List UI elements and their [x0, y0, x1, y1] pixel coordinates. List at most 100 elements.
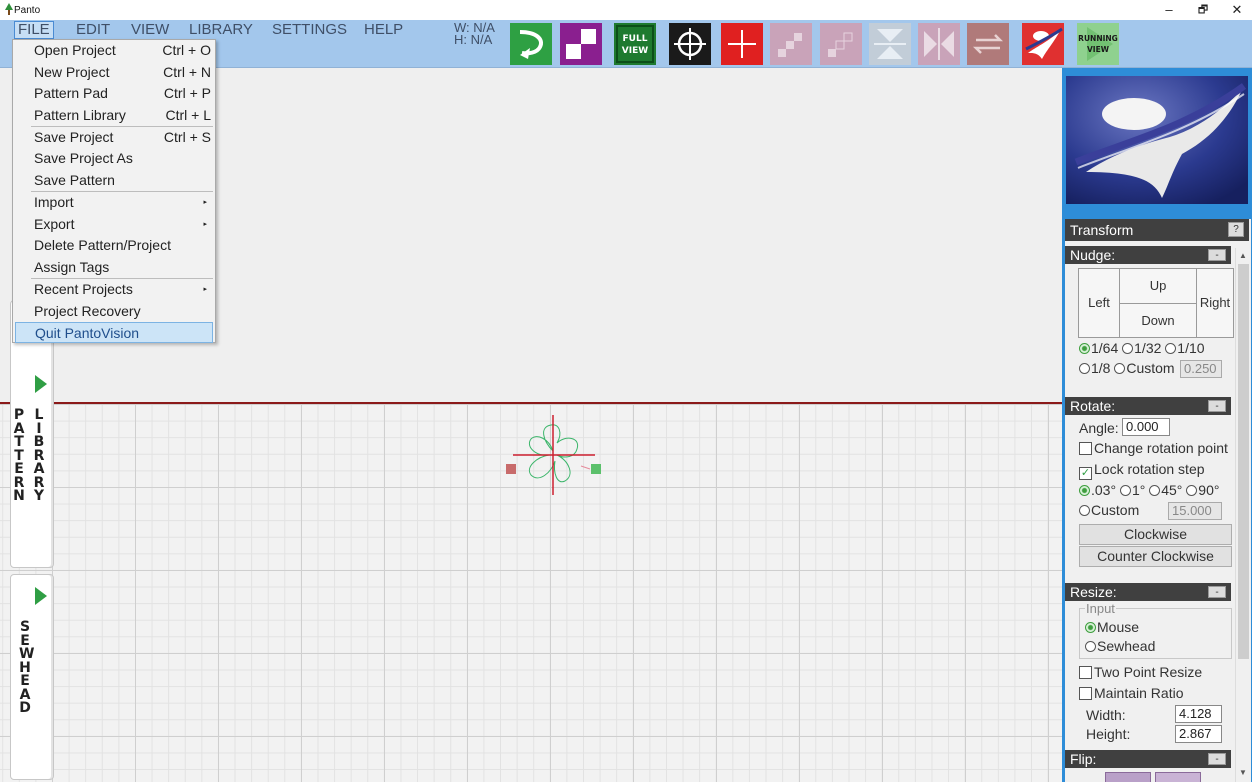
clockwise-button[interactable]: Clockwise: [1079, 524, 1232, 545]
resize-header: Resize: -: [1065, 583, 1231, 601]
width-field[interactable]: 4.128: [1175, 705, 1222, 723]
end-point-marker[interactable]: [591, 464, 601, 474]
close-button[interactable]: ✕: [1222, 2, 1252, 18]
panel-scrollbar[interactable]: ▲ ▼: [1235, 248, 1250, 782]
menu-recent-projects[interactable]: Recent Projects ▸: [15, 279, 213, 300]
rotate-title: Rotate:: [1070, 398, 1116, 414]
horizontal-mirror-icon: [918, 23, 960, 65]
nudge-collapse-button[interactable]: -: [1208, 249, 1226, 261]
menu-library[interactable]: LIBRARY: [186, 21, 256, 39]
menu-save-project[interactable]: Save Project Ctrl + S: [15, 127, 213, 148]
menu-pattern-pad[interactable]: Pattern Pad Ctrl + P: [15, 83, 213, 104]
flower-pattern[interactable]: [495, 413, 615, 503]
panto-app: Panto – 🗗 ✕ FILE EDIT VIEW LIBRARY SETTI…: [0, 0, 1252, 782]
menu-save-project-as[interactable]: Save Project As: [15, 148, 213, 169]
sewhead-tab[interactable]: SEWHEAD: [10, 574, 54, 780]
height-field[interactable]: 2.867: [1175, 725, 1222, 743]
flip-horizontal-button[interactable]: [918, 23, 960, 65]
grid-steps-button[interactable]: [820, 23, 862, 65]
running-view-button[interactable]: RUNNING VIEW: [1077, 23, 1119, 65]
right-panel: Transform ? Nudge: - Left Up Down Right …: [1062, 68, 1252, 782]
center-target-button[interactable]: [669, 23, 711, 65]
swap-button[interactable]: [967, 23, 1009, 65]
change-rotation-point-checkbox[interactable]: [1079, 442, 1092, 455]
nudge-up-button[interactable]: Up: [1119, 268, 1197, 304]
rotate-custom-field[interactable]: 15.000: [1168, 502, 1222, 520]
scroll-thumb[interactable]: [1238, 264, 1249, 659]
undo-button[interactable]: [510, 23, 552, 65]
nudge-custom-field[interactable]: 0.250: [1180, 360, 1222, 378]
transform-title: Transform: [1070, 222, 1134, 238]
maintain-ratio-checkbox[interactable]: [1079, 687, 1092, 700]
resize-input-label: Input: [1085, 601, 1116, 616]
rotate-step-1-radio[interactable]: [1119, 485, 1131, 496]
menu-open-project[interactable]: Open Project Ctrl + O: [15, 40, 213, 61]
nudge-right-button[interactable]: Right: [1196, 268, 1234, 338]
crosshair-target-icon: [669, 23, 711, 65]
rotate-custom-radio[interactable]: [1079, 505, 1090, 516]
pattern-fill-button[interactable]: [560, 23, 602, 65]
scroll-up-icon[interactable]: ▲: [1239, 251, 1247, 260]
nudge-step-1-32-radio[interactable]: [1122, 343, 1134, 354]
menu-pattern-library[interactable]: Pattern Library Ctrl + L: [15, 105, 213, 126]
play-icon: [35, 587, 47, 605]
rotate-step-90-radio[interactable]: [1186, 485, 1198, 496]
menu-quit-pantovision[interactable]: Quit PantoVision: [15, 322, 213, 343]
menu-new-project[interactable]: New Project Ctrl + N: [15, 62, 213, 83]
crosshair-button[interactable]: [721, 23, 763, 65]
nudge-step-1-64-radio[interactable]: [1079, 343, 1090, 354]
resize-mouse-radio[interactable]: [1085, 622, 1096, 633]
panto-logo-button[interactable]: [1022, 23, 1064, 65]
menu-assign-tags[interactable]: Assign Tags: [15, 257, 213, 278]
nudge-down-button[interactable]: Down: [1119, 303, 1197, 338]
nudge-custom-radio[interactable]: [1114, 363, 1126, 374]
resize-sewhead-radio[interactable]: [1085, 641, 1096, 652]
change-rotation-point-row[interactable]: Change rotation point: [1079, 440, 1228, 456]
flip-vertical-button[interactable]: [869, 23, 911, 65]
start-point-marker[interactable]: [506, 464, 516, 474]
help-button[interactable]: ?: [1228, 222, 1244, 237]
full-view-button[interactable]: FULL VIEW: [614, 23, 656, 65]
nudge-step-1-8-radio[interactable]: [1079, 363, 1090, 374]
menu-project-recovery[interactable]: Project Recovery: [15, 301, 213, 322]
lock-rotation-step-row[interactable]: ✓ Lock rotation step: [1079, 461, 1205, 480]
minimize-button[interactable]: –: [1154, 2, 1184, 18]
rotate-collapse-button[interactable]: -: [1208, 400, 1226, 412]
menu-file[interactable]: FILE: [14, 21, 54, 39]
menu-import[interactable]: Import ▸: [15, 192, 213, 213]
rotate-step-45-radio[interactable]: [1149, 485, 1161, 496]
play-icon: [35, 375, 47, 393]
rotate-step-row: .03° 1° 45° 90°: [1079, 482, 1219, 498]
submenu-arrow-icon: ▸: [203, 286, 207, 293]
resize-mouse-row[interactable]: Mouse: [1085, 619, 1139, 635]
nudge-step-1-10-radio[interactable]: [1165, 343, 1177, 354]
menu-save-pattern[interactable]: Save Pattern: [15, 170, 213, 191]
flip-vertical-panel-button[interactable]: [1105, 772, 1151, 782]
menu-help[interactable]: HELP: [361, 21, 406, 39]
resize-sewhead-row[interactable]: Sewhead: [1085, 638, 1155, 654]
menu-view[interactable]: VIEW: [128, 21, 172, 39]
flip-collapse-button[interactable]: -: [1208, 753, 1226, 765]
maximize-button[interactable]: 🗗: [1188, 2, 1218, 18]
full-view-icon: FULL VIEW: [614, 23, 656, 65]
menu-delete-pattern-project[interactable]: Delete Pattern/Project: [15, 235, 213, 256]
menu-settings[interactable]: SETTINGS: [269, 21, 350, 39]
vertical-mirror-icon: [869, 23, 911, 65]
scroll-down-icon[interactable]: ▼: [1239, 768, 1247, 777]
counter-clockwise-button[interactable]: Counter Clockwise: [1079, 546, 1232, 567]
two-point-resize-row[interactable]: Two Point Resize: [1079, 664, 1202, 680]
app-tree-icon: [5, 3, 13, 15]
flip-horizontal-panel-button[interactable]: [1155, 772, 1201, 782]
steps-button[interactable]: [770, 23, 812, 65]
angle-field[interactable]: 0.000: [1122, 418, 1170, 436]
nudge-left-button[interactable]: Left: [1078, 268, 1120, 338]
rotate-step-003-radio[interactable]: [1079, 485, 1090, 496]
lock-rotation-step-checkbox[interactable]: ✓: [1079, 467, 1092, 480]
maintain-ratio-row[interactable]: Maintain Ratio: [1079, 685, 1184, 701]
resize-collapse-button[interactable]: -: [1208, 586, 1226, 598]
menu-export[interactable]: Export ▸: [15, 214, 213, 235]
menu-edit[interactable]: EDIT: [73, 21, 113, 39]
two-point-resize-checkbox[interactable]: [1079, 666, 1092, 679]
full-view-label2: VIEW: [622, 46, 648, 56]
title-bar: Panto – 🗗 ✕: [0, 0, 1252, 20]
